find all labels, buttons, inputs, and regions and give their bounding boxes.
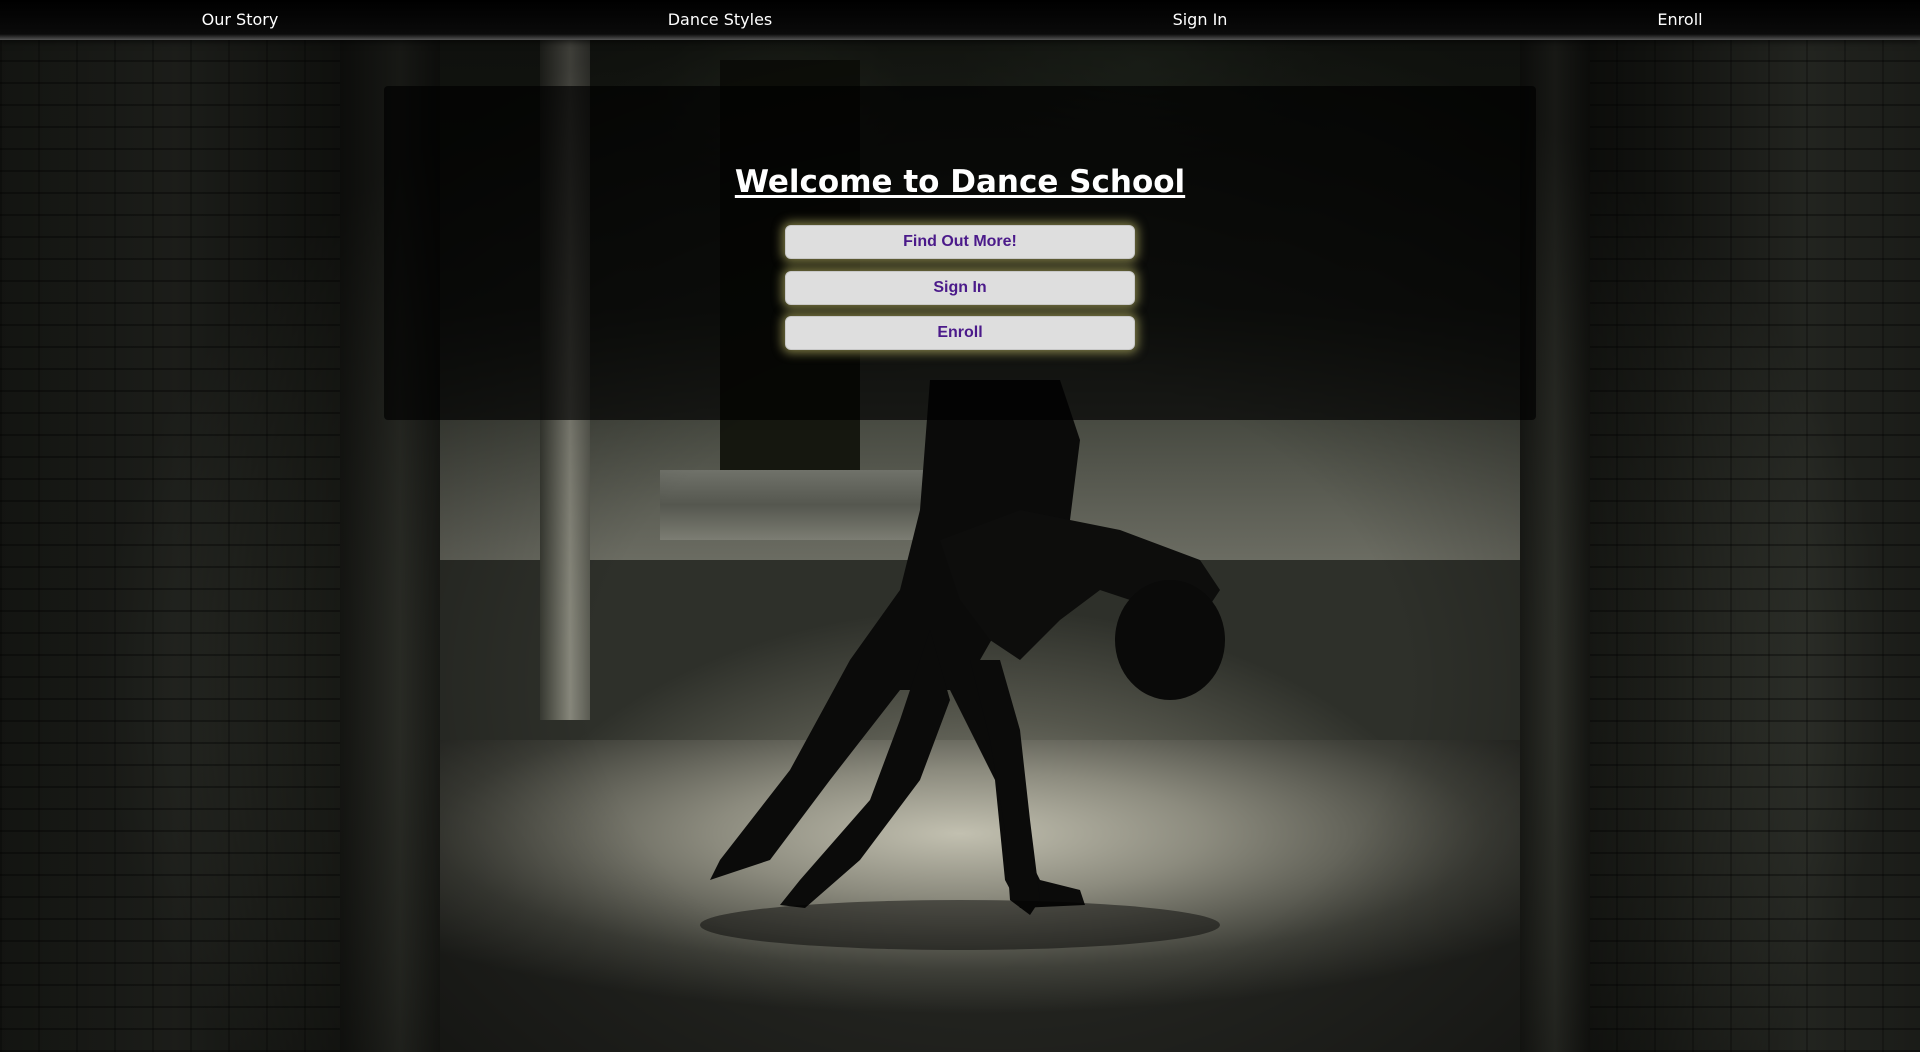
find-out-more-button[interactable]: Find Out More! [785, 225, 1135, 259]
nav-enroll[interactable]: Enroll [1440, 0, 1920, 40]
nav-sign-in[interactable]: Sign In [960, 0, 1440, 40]
top-nav: Our Story Dance Styles Sign In Enroll [0, 0, 1920, 40]
page-title: Welcome to Dance School [734, 164, 1186, 200]
hero-panel: Welcome to Dance School Find Out More! S… [384, 86, 1536, 420]
nav-dance-styles[interactable]: Dance Styles [480, 0, 960, 40]
sign-in-button[interactable]: Sign In [785, 271, 1135, 305]
enroll-button[interactable]: Enroll [785, 316, 1135, 350]
nav-our-story[interactable]: Our Story [0, 0, 480, 40]
